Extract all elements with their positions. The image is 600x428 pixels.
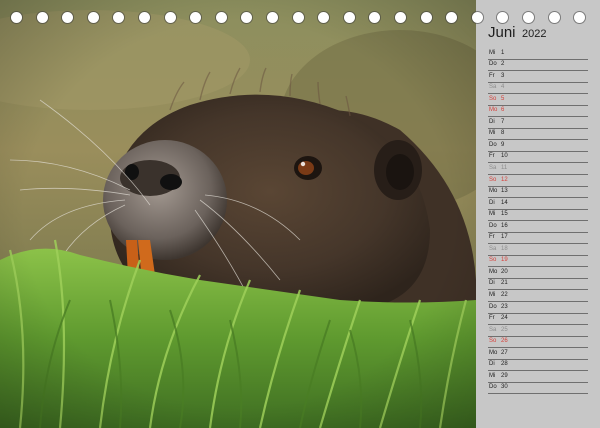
day-row: So 19 [488, 256, 588, 268]
day-row: Mi 22 [488, 290, 588, 303]
day-row: Sa 18 [488, 244, 588, 256]
day-number: 12 [501, 176, 508, 183]
day-of-week: So [489, 176, 497, 183]
day-row: Mi 29 [488, 371, 588, 383]
day-number: 26 [501, 338, 508, 345]
day-row: Sa 11 [488, 163, 588, 176]
day-row: Di 14 [488, 198, 588, 210]
day-of-week: So [489, 257, 497, 264]
day-row: So 5 [488, 94, 588, 106]
day-row: Fr 3 [488, 71, 588, 83]
day-number: 30 [501, 384, 508, 391]
day-number: 1 [501, 49, 505, 56]
day-number: 24 [501, 315, 508, 322]
day-row: Sa 4 [488, 83, 588, 95]
day-of-week: Fr [489, 72, 495, 79]
day-of-week: Di [489, 199, 495, 206]
day-number: 10 [501, 153, 508, 160]
day-of-week: Sa [489, 84, 497, 91]
day-number: 19 [501, 257, 508, 264]
day-number: 16 [501, 222, 508, 229]
day-of-week: Mo [489, 349, 498, 356]
day-row: So 26 [488, 337, 588, 349]
day-row: Sa 25 [488, 325, 588, 337]
nutria-photo [0, 0, 476, 428]
day-of-week: Mi [489, 372, 496, 379]
day-number: 18 [501, 245, 508, 252]
day-of-week: Sa [489, 245, 497, 252]
day-of-week: Mo [489, 107, 498, 114]
day-number: 14 [501, 199, 508, 206]
day-number: 8 [501, 130, 505, 137]
day-of-week: Sa [489, 165, 497, 172]
day-of-week: Fr [489, 153, 495, 160]
day-number: 15 [501, 211, 508, 218]
day-row: Fr 24 [488, 314, 588, 326]
day-row: Do 16 [488, 221, 588, 233]
day-of-week: Di [489, 280, 495, 287]
day-of-week: Mo [489, 188, 498, 195]
day-number: 27 [501, 349, 508, 356]
day-number: 7 [501, 118, 505, 125]
day-number: 22 [501, 292, 508, 299]
day-number: 3 [501, 72, 505, 79]
day-of-week: Do [489, 222, 497, 229]
day-row: Mo 27 [488, 348, 588, 360]
day-of-week: Sa [489, 326, 497, 333]
day-row: Di 7 [488, 117, 588, 129]
day-row: Do 9 [488, 140, 588, 152]
day-number: 23 [501, 303, 508, 310]
day-of-week: Do [489, 384, 497, 391]
day-of-week: Fr [489, 234, 495, 241]
day-list: Mi 1 Do 2 Fr 3 Sa 4 So 5 Mo 6 Di 7 Mi 8 Do 9 Fr 10 Sa 11 So 12 M… [488, 48, 588, 395]
day-row: Mo 6 [488, 106, 588, 118]
day-row: Do 30 [488, 383, 588, 395]
day-of-week: Mi [489, 211, 496, 218]
day-of-week: So [489, 95, 497, 102]
day-row: Do 23 [488, 302, 588, 314]
day-of-week: Mo [489, 268, 498, 275]
day-of-week: So [489, 338, 497, 345]
day-row: Do 2 [488, 60, 588, 72]
month-year: 2022 [521, 28, 547, 40]
day-number: 9 [501, 141, 505, 148]
day-row: Mi 8 [488, 129, 588, 141]
day-row: Fr 17 [488, 233, 588, 245]
day-row: Mo 20 [488, 267, 588, 279]
day-row: Fr 10 [488, 152, 588, 164]
day-of-week: Mi [489, 292, 496, 299]
day-row: Mo 13 [488, 187, 588, 199]
day-of-week: Di [489, 118, 495, 125]
day-of-week: Mi [489, 49, 496, 56]
day-number: 13 [501, 188, 508, 195]
calendar-sidebar: Juni 2022 Mi 1 Do 2 Fr 3 Sa 4 So 5 Mo 6 Di 7 Mi 8 Do 9 Fr 1… [476, 0, 600, 428]
day-number: 29 [501, 372, 508, 379]
month-title: Juni 2022 [488, 24, 546, 42]
day-number: 21 [501, 280, 508, 287]
day-number: 17 [501, 234, 508, 241]
month-name: Juni [488, 24, 516, 41]
calendar-page: Juni 2022 Mi 1 Do 2 Fr 3 Sa 4 So 5 Mo 6 Di 7 Mi 8 Do 9 Fr 1… [0, 0, 600, 428]
day-of-week: Do [489, 141, 497, 148]
day-number: 11 [501, 165, 508, 172]
day-row: Mi 1 [488, 48, 588, 60]
day-of-week: Di [489, 361, 495, 368]
day-row: So 12 [488, 175, 588, 187]
day-number: 20 [501, 268, 508, 275]
day-number: 5 [501, 95, 505, 102]
day-number: 6 [501, 107, 505, 114]
day-row: Di 28 [488, 360, 588, 372]
day-number: 2 [501, 61, 505, 68]
day-of-week: Do [489, 61, 497, 68]
photo-illustration [0, 0, 476, 428]
day-number: 25 [501, 326, 508, 333]
day-number: 28 [501, 361, 508, 368]
day-number: 4 [501, 84, 505, 91]
day-of-week: Mi [489, 130, 496, 137]
day-of-week: Do [489, 303, 497, 310]
day-of-week: Fr [489, 315, 495, 322]
day-row: Mi 15 [488, 210, 588, 222]
day-row: Di 21 [488, 279, 588, 291]
